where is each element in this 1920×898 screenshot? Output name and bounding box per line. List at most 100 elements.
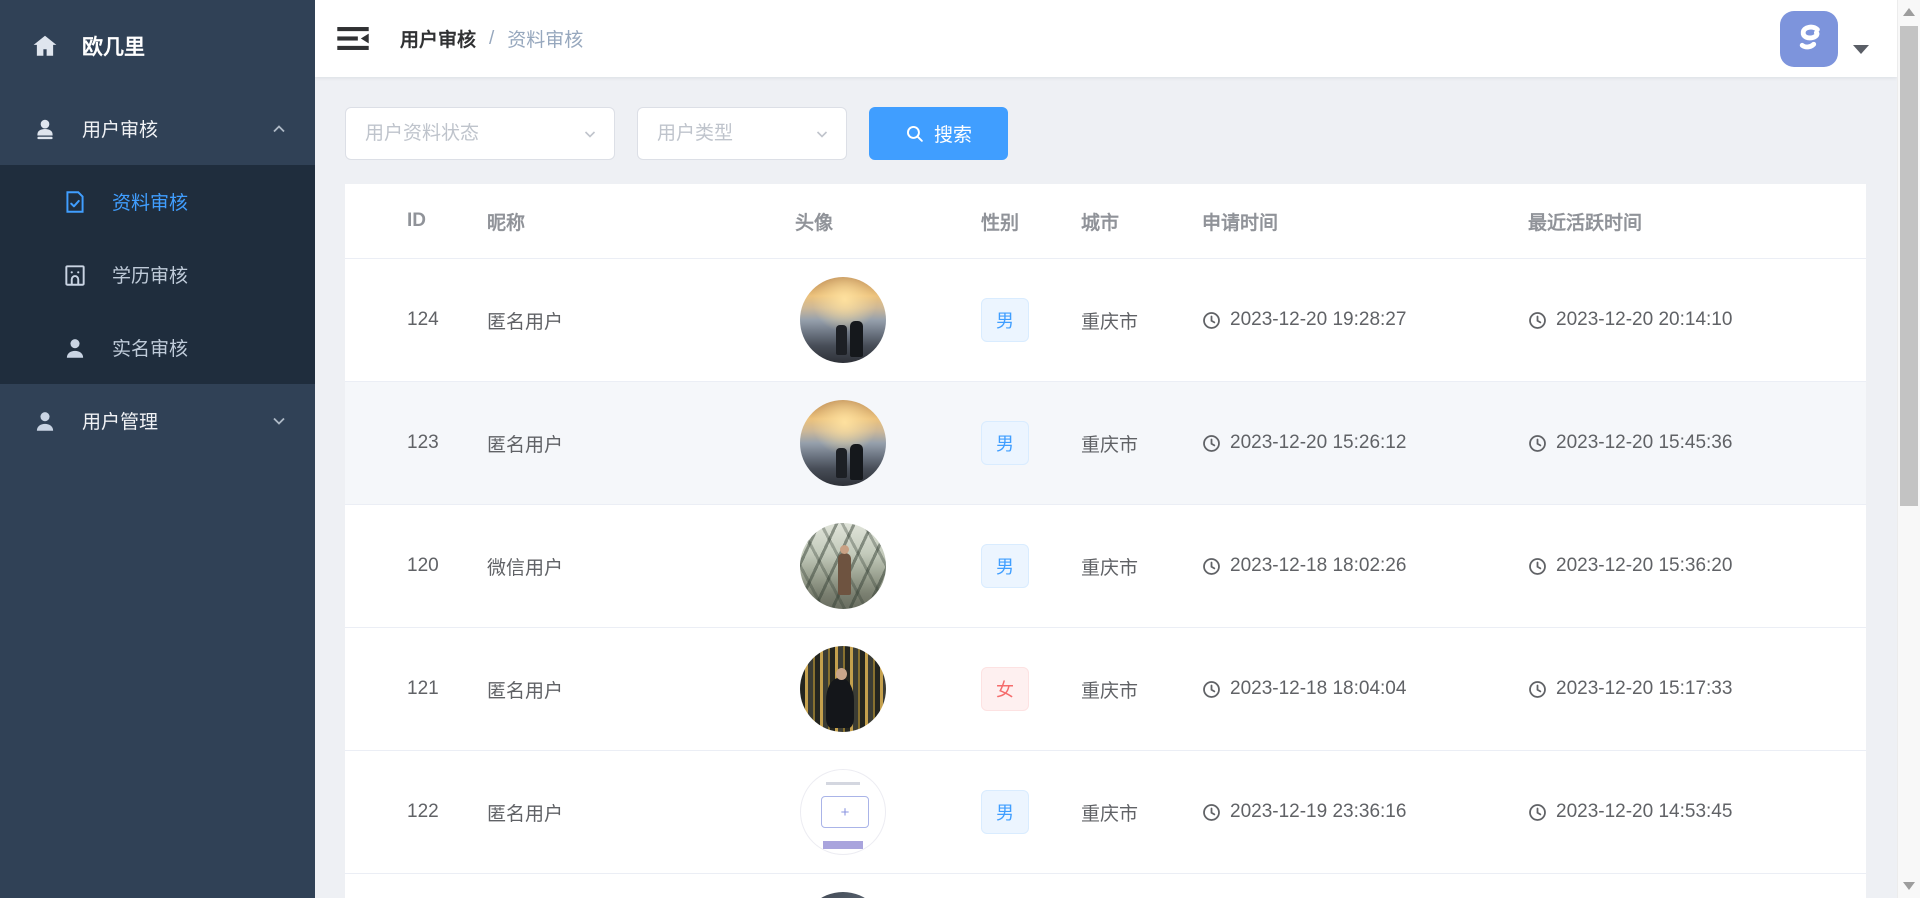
clock-icon: [1528, 803, 1547, 822]
sidebar-logo[interactable]: 欧几里: [0, 0, 315, 92]
breadcrumb-parent[interactable]: 用户审核: [400, 25, 476, 52]
breadcrumb: 用户审核 / 资料审核: [400, 25, 583, 52]
column-header-id: ID: [345, 210, 487, 232]
cell-active-time: 2023-12-20 20:14:10: [1528, 309, 1866, 331]
cell-active-time: 2023-12-20 14:53:45: [1528, 801, 1866, 823]
table-row: 123匿名用户男重庆市2023-12-20 15:26:122023-12-20…: [345, 381, 1866, 504]
chevron-down-icon: [271, 413, 287, 429]
home-icon: [32, 33, 58, 59]
clock-icon: [1528, 680, 1547, 699]
clock-icon: [1528, 557, 1547, 576]
search-icon: [905, 124, 924, 143]
user-menu-caret-icon[interactable]: [1853, 45, 1869, 54]
cell-nickname: 微信用户: [487, 553, 795, 580]
profile-status-input[interactable]: [365, 123, 582, 145]
cell-id: 123: [345, 432, 487, 454]
cell-city: 重庆市: [1081, 676, 1202, 703]
cell-apply-time: 2023-12-18 18:02:26: [1202, 555, 1528, 577]
column-header-apply-time: 申请时间: [1202, 208, 1528, 235]
cell-id: 124: [345, 309, 487, 331]
table-header-row: ID 昵称 头像 性别 城市 申请时间 最近活跃时间: [345, 184, 1866, 258]
table-row: 124匿名用户男重庆市2023-12-20 19:28:272023-12-20…: [345, 258, 1866, 381]
cell-gender: 男: [981, 421, 1081, 465]
gender-badge: 男: [981, 544, 1029, 588]
table-row: 120微信用户男重庆市2023-12-18 18:02:262023-12-20…: [345, 504, 1866, 627]
document-check-icon: [62, 189, 88, 215]
sidebar-item-realname-audit[interactable]: 实名审核: [0, 311, 315, 384]
gender-badge: 男: [981, 298, 1029, 342]
main-area: 用户审核 / 资料审核: [315, 0, 1897, 898]
cell-city: 重庆市: [1081, 307, 1202, 334]
cell-gender: 男: [981, 298, 1081, 342]
chevron-up-icon: [271, 121, 287, 137]
scrollbar-down-button[interactable]: [1898, 874, 1920, 898]
cell-gender: 女: [981, 667, 1081, 711]
user-type-select[interactable]: [637, 107, 847, 160]
chevron-down-icon: [582, 126, 598, 142]
sidebar-collapse-button[interactable]: [336, 24, 370, 54]
sidebar-submenu: 资料审核 学历审核 实名审核: [0, 165, 315, 384]
cell-city: 重庆市: [1081, 430, 1202, 457]
clock-icon: [1202, 557, 1221, 576]
sidebar-item-user-audit[interactable]: 用户审核: [0, 92, 315, 165]
sidebar-item-label: 资料审核: [112, 188, 188, 215]
top-navbar: 用户审核 / 资料审核: [315, 0, 1897, 77]
cell-id: 122: [345, 801, 487, 823]
breadcrumb-current: 资料审核: [507, 25, 583, 52]
clock-icon: [1528, 434, 1547, 453]
cell-id: 121: [345, 678, 487, 700]
person-icon: [62, 335, 88, 361]
table-row: 122匿名用户男重庆市2023-12-19 23:36:162023-12-20…: [345, 750, 1866, 873]
chevron-down-icon: [814, 126, 830, 142]
cell-avatar: [795, 400, 981, 486]
page-scrollbar[interactable]: [1897, 0, 1920, 898]
sidebar-item-profile-audit[interactable]: 资料审核: [0, 165, 315, 238]
audit-table: ID 昵称 头像 性别 城市 申请时间 最近活跃时间 124匿名用户男重庆市20…: [345, 184, 1866, 898]
search-button[interactable]: 搜索: [869, 107, 1008, 160]
app-title: 欧几里: [82, 31, 145, 61]
scroll-down-arrow-icon: [1903, 882, 1915, 890]
profile-status-select[interactable]: [345, 107, 615, 160]
sidebar-item-education-audit[interactable]: 学历审核: [0, 238, 315, 311]
column-header-avatar: 头像: [795, 208, 981, 235]
user-avatar: [800, 769, 886, 855]
clock-icon: [1202, 680, 1221, 699]
user-avatar: [800, 277, 886, 363]
logo-ribbon-icon: [1788, 18, 1830, 60]
cell-apply-time: 2023-12-18 18:04:04: [1202, 678, 1528, 700]
table-row: 121匿名用户女重庆市2023-12-18 18:04:042023-12-20…: [345, 627, 1866, 750]
sidebar-item-label: 实名审核: [112, 334, 188, 361]
sidebar: 欧几里 用户审核 资料审核 学历审核 实名审核 用户管理: [0, 0, 315, 898]
breadcrumb-separator: /: [489, 28, 494, 50]
clock-icon: [1528, 311, 1547, 330]
column-header-gender: 性别: [981, 208, 1081, 235]
sidebar-item-user-manage[interactable]: 用户管理: [0, 384, 315, 457]
gender-badge: 女: [981, 667, 1029, 711]
user-avatar: [800, 523, 886, 609]
cell-active-time: 2023-12-20 15:45:36: [1528, 432, 1866, 454]
cell-avatar: [795, 646, 981, 732]
cell-nickname: 匿名用户: [487, 799, 795, 826]
cell-apply-time: 2023-12-19 23:36:16: [1202, 801, 1528, 823]
gender-badge: 男: [981, 421, 1029, 465]
cell-avatar: [795, 277, 981, 363]
cell-city: 重庆市: [1081, 553, 1202, 580]
sidebar-item-label: 用户审核: [82, 115, 158, 142]
cell-avatar: [795, 892, 981, 898]
user-avatar: [800, 892, 886, 898]
page-content: 搜索 ID 昵称 头像 性别 城市 申请时间 最近活跃时间 124匿名用户男重庆…: [315, 77, 1897, 898]
hamburger-fold-icon: [336, 24, 370, 53]
scrollbar-up-button[interactable]: [1898, 0, 1920, 24]
user-manage-icon: [32, 408, 58, 434]
cell-active-time: 2023-12-20 15:17:33: [1528, 678, 1866, 700]
cell-gender: 男: [981, 790, 1081, 834]
filter-bar: 搜索: [345, 107, 1866, 160]
column-header-city: 城市: [1081, 208, 1202, 235]
user-type-input[interactable]: [657, 123, 814, 145]
sidebar-item-label: 学历审核: [112, 261, 188, 288]
user-avatar-logo[interactable]: [1780, 11, 1838, 67]
table-body: 124匿名用户男重庆市2023-12-20 19:28:272023-12-20…: [345, 258, 1866, 898]
cell-gender: 男: [981, 544, 1081, 588]
scrollbar-thumb[interactable]: [1900, 26, 1918, 506]
cell-apply-time: 2023-12-20 15:26:12: [1202, 432, 1528, 454]
